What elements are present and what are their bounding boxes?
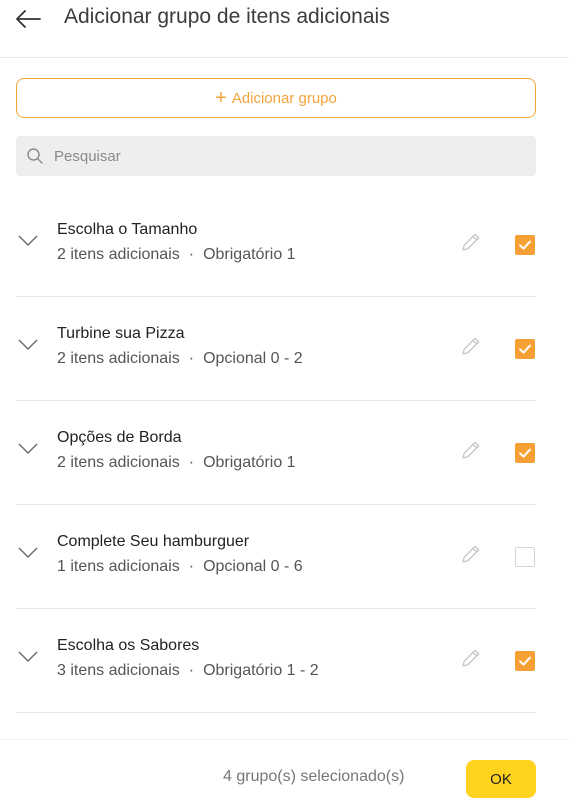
group-row: Escolha os Sabores 3 itens adicionais · Ob…: [16, 609, 536, 713]
separator-dot: ·: [188, 350, 195, 367]
group-title: Complete Seu hamburguer: [57, 533, 250, 550]
group-row: Escolha o Tamanho 2 itens adicionais · Obr…: [16, 193, 536, 297]
separator-dot: ·: [188, 246, 195, 263]
group-rule: Obrigatório 1: [203, 246, 296, 263]
group-checkbox[interactable]: [515, 651, 535, 671]
group-checkbox[interactable]: [515, 339, 535, 359]
search-icon: [27, 148, 43, 164]
group-checkbox[interactable]: [515, 443, 535, 463]
separator-dot: ·: [188, 662, 195, 679]
group-item-count: 2 itens adicionais: [57, 454, 180, 471]
pencil-icon[interactable]: [460, 543, 482, 565]
separator-dot: ·: [188, 558, 195, 575]
group-subtitle: 3 itens adicionais · Obrigatório 1 - 2: [57, 662, 319, 680]
group-item-count: 2 itens adicionais: [57, 246, 180, 263]
ok-button[interactable]: OK: [466, 760, 536, 798]
group-subtitle: 2 itens adicionais · Opcional 0 - 2: [57, 350, 303, 368]
group-rule: Obrigatório 1 - 2: [203, 662, 319, 679]
group-rule: Obrigatório 1: [203, 454, 296, 471]
group-subtitle: 1 itens adicionais · Opcional 0 - 6: [57, 558, 303, 576]
group-checkbox[interactable]: [515, 235, 535, 255]
group-title: Escolha os Sabores: [57, 637, 200, 654]
group-item-count: 1 itens adicionais: [57, 558, 180, 575]
page-title: Adicionar grupo de itens adicionais: [64, 5, 390, 28]
pencil-icon[interactable]: [460, 647, 482, 669]
pencil-icon[interactable]: [460, 335, 482, 357]
pencil-icon[interactable]: [460, 231, 482, 253]
check-icon: [519, 240, 531, 250]
header: Adicionar grupo de itens adicionais: [0, 0, 569, 58]
group-row: Opções de Borda 2 itens adicionais · Obrig…: [16, 401, 536, 505]
chevron-down-icon[interactable]: [18, 339, 38, 351]
search-input[interactable]: [52, 146, 496, 166]
group-row: Turbine sua Pizza 2 itens adicionais · Opc…: [16, 297, 536, 401]
plus-icon: +: [215, 87, 227, 109]
group-title: Turbine sua Pizza: [57, 325, 185, 342]
group-checkbox[interactable]: [515, 547, 535, 567]
check-icon: [519, 656, 531, 666]
check-icon: [519, 344, 531, 354]
group-subtitle: 2 itens adicionais · Obrigatório 1: [57, 246, 296, 264]
pencil-icon[interactable]: [460, 439, 482, 461]
chevron-down-icon[interactable]: [18, 547, 38, 559]
group-rule: Opcional 0 - 6: [203, 558, 303, 575]
chevron-down-icon[interactable]: [18, 443, 38, 455]
footer: 4 grupo(s) selecionado(s) OK: [0, 740, 569, 804]
group-item-count: 2 itens adicionais: [57, 350, 180, 367]
group-row: Complete Seu hamburguer 1 itens adiciona…: [16, 505, 536, 609]
separator-dot: ·: [188, 454, 195, 471]
group-list: Escolha o Tamanho 2 itens adicionais · Obr…: [16, 193, 536, 713]
selected-count: 4 grupo(s) selecionado(s): [223, 768, 405, 785]
chevron-down-icon[interactable]: [18, 651, 38, 663]
search-bar: [16, 136, 536, 176]
arrow-left-icon[interactable]: [14, 8, 42, 30]
chevron-down-icon[interactable]: [18, 235, 38, 247]
group-title: Opções de Borda: [57, 429, 182, 446]
check-icon: [519, 448, 531, 458]
add-group-label: Adicionar grupo: [231, 89, 337, 107]
group-subtitle: 2 itens adicionais · Obrigatório 1: [57, 454, 296, 472]
group-title: Escolha o Tamanho: [57, 221, 198, 238]
group-item-count: 3 itens adicionais: [57, 662, 180, 679]
add-group-button[interactable]: + Adicionar grupo: [16, 78, 536, 118]
group-rule: Opcional 0 - 2: [203, 350, 303, 367]
